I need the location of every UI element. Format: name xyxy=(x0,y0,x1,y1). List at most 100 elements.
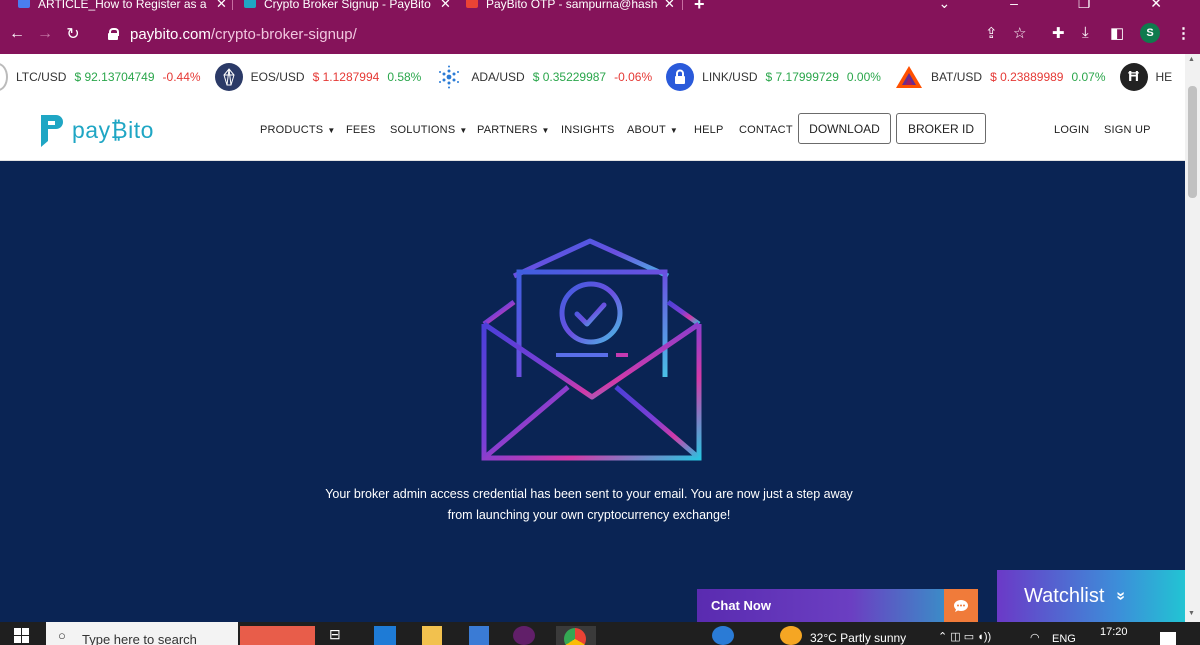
ticker-item-ltc[interactable]: LTC/USD $ 92.13704749 -0.44% xyxy=(0,62,201,91)
tab-separator xyxy=(232,0,233,10)
nav-insights[interactable]: INSIGHTS xyxy=(561,124,615,136)
ticker-pair: LTC/USD xyxy=(16,69,67,84)
gmail-favicon-icon xyxy=(466,0,478,8)
download-icon[interactable]: ⤓ xyxy=(1082,24,1089,41)
bookmark-star-icon[interactable]: ☆ xyxy=(1013,24,1026,42)
share-icon[interactable]: ⇪ xyxy=(985,24,998,42)
news-widget-icon[interactable] xyxy=(240,626,315,645)
notifications-icon[interactable] xyxy=(1160,632,1176,645)
profile-avatar[interactable]: S xyxy=(1140,23,1160,43)
ltc-icon xyxy=(0,62,8,91)
window-controls[interactable]: ⌄ – ❐ ✕ xyxy=(939,0,1190,12)
tab-close-icon[interactable]: ✕ xyxy=(216,0,227,12)
url-text[interactable]: paybito.com/crypto-broker-signup/ xyxy=(130,26,357,43)
address-bar[interactable]: paybito.com/crypto-broker-signup/ xyxy=(108,17,1038,51)
nav-contact[interactable]: CONTACT xyxy=(739,124,793,136)
search-placeholder: Type here to search xyxy=(82,632,197,645)
nav-solutions[interactable]: SOLUTIONS ▼ xyxy=(390,124,468,136)
nav-label: ABOUT xyxy=(627,124,666,136)
lock-icon[interactable] xyxy=(108,28,119,40)
message-line-2: from launching your own cryptocurrency e… xyxy=(447,508,731,522)
help-app-icon[interactable] xyxy=(712,626,734,645)
nav-label: HELP xyxy=(694,124,724,136)
system-tray-icons[interactable]: ⌃ ◫ ▭ ◖)) xyxy=(938,630,991,645)
caret-down-icon: ▼ xyxy=(459,126,468,135)
chevron-double-down-icon[interactable]: » xyxy=(1112,592,1130,601)
browser-tab-article[interactable]: ARTICLE_How to Register as a br ✕ xyxy=(18,0,228,14)
eos-icon xyxy=(214,62,243,91)
browser-toolbar: ← → ↻ paybito.com/crypto-broker-signup/ … xyxy=(0,14,1200,54)
slack-app-icon[interactable] xyxy=(513,626,535,645)
confirmation-message: Your broker admin access credential has … xyxy=(300,484,878,526)
nav-label: SOLUTIONS xyxy=(390,124,456,136)
page-scrollbar[interactable]: ▲ ▼ xyxy=(1185,54,1200,622)
nav-label: FEES xyxy=(346,124,376,136)
ticker-change: -0.06% xyxy=(614,69,653,84)
nav-about[interactable]: ABOUT ▼ xyxy=(627,124,678,136)
logo-wordmark: pay₿ito xyxy=(72,116,154,143)
nav-help[interactable]: HELP xyxy=(694,124,724,136)
reload-icon[interactable]: ↻ xyxy=(62,24,84,44)
price-ticker: LTC/USD $ 92.13704749 -0.44% EOS/USD $ 1… xyxy=(0,54,1185,99)
nav-label: CONTACT xyxy=(739,124,793,136)
paybito-favicon-icon xyxy=(244,0,256,8)
email-sent-envelope-icon xyxy=(481,238,702,461)
ticker-price: $ 92.13704749 xyxy=(74,69,155,84)
tab-title: ARTICLE_How to Register as a br xyxy=(38,0,210,11)
ticker-item-ada[interactable]: ADA/USD $ 0.35229987 -0.06% xyxy=(435,62,653,91)
ticker-pair: LINK/USD xyxy=(702,69,758,84)
mail-app-icon[interactable] xyxy=(374,626,396,645)
nav-products[interactable]: PRODUCTS ▼ xyxy=(260,124,335,136)
extensions-puzzle-icon[interactable]: ✚ xyxy=(1052,24,1065,42)
chrome-app-icon[interactable] xyxy=(556,626,596,645)
store-app-icon[interactable] xyxy=(469,626,489,645)
browser-menu-icon[interactable]: ⋮ xyxy=(1176,24,1191,42)
tab-title: PayBito OTP - sampurna@hashcas xyxy=(486,0,658,11)
download-button[interactable]: DOWNLOAD xyxy=(798,113,891,144)
login-link[interactable]: LOGIN xyxy=(1054,124,1089,136)
nav-partners[interactable]: PARTNERS ▼ xyxy=(477,124,550,136)
new-tab-button[interactable]: + xyxy=(694,0,705,14)
signup-link[interactable]: SIGN UP xyxy=(1104,124,1151,136)
ticker-item-hbar[interactable]: Ħ HE xyxy=(1119,62,1172,91)
browser-tab-strip: ARTICLE_How to Register as a br ✕ Crypto… xyxy=(0,0,1200,14)
search-icon: ○ xyxy=(58,628,66,643)
watchlist-widget[interactable]: Watchlist » xyxy=(997,570,1185,622)
back-arrow-icon[interactable]: ← xyxy=(6,25,28,43)
windows-start-icon[interactable] xyxy=(14,628,30,644)
paybito-logo[interactable]: pay₿ito xyxy=(38,111,154,149)
chat-now-widget[interactable]: Chat Now xyxy=(697,589,978,622)
side-panel-icon[interactable]: ◧ xyxy=(1110,24,1124,42)
tab-close-icon[interactable]: ✕ xyxy=(440,0,451,12)
file-explorer-icon[interactable] xyxy=(422,626,442,645)
scroll-thumb[interactable] xyxy=(1188,86,1197,198)
docs-favicon-icon xyxy=(18,0,30,8)
nav-fees[interactable]: FEES xyxy=(346,124,376,136)
bat-icon xyxy=(894,62,923,91)
taskbar-search-box[interactable]: ○ Type here to search xyxy=(46,622,238,645)
site-header: pay₿ito PRODUCTS ▼ FEES SOLUTIONS ▼ PARTNE… xyxy=(0,99,1185,161)
clock-time[interactable]: 17:20 xyxy=(1100,626,1128,638)
ticker-price: $ 7.17999729 xyxy=(765,69,839,84)
scroll-up-arrow-icon[interactable]: ▲ xyxy=(1188,56,1195,63)
weather-text[interactable]: 32°C Partly sunny xyxy=(810,631,906,645)
broker-id-button[interactable]: BROKER ID xyxy=(896,113,986,144)
wifi-icon[interactable]: ◠ xyxy=(1030,631,1040,645)
browser-tab-paybito-signup[interactable]: Crypto Broker Signup - PayBito ✕ xyxy=(244,0,456,14)
tab-separator xyxy=(682,0,683,10)
task-view-icon[interactable]: ⊟ xyxy=(329,626,341,645)
ticker-item-bat[interactable]: BAT/USD $ 0.23889989 0.07% xyxy=(894,62,1106,91)
forward-arrow-icon[interactable]: → xyxy=(34,25,56,43)
paybito-logo-icon xyxy=(38,111,64,149)
tab-close-icon[interactable]: ✕ xyxy=(664,0,675,12)
ticker-price: $ 1.1287994 xyxy=(312,69,380,84)
language-indicator[interactable]: ENG xyxy=(1052,633,1076,645)
ticker-item-link[interactable]: LINK/USD $ 7.17999729 0.00% xyxy=(666,62,881,91)
url-host: paybito.com xyxy=(130,25,211,43)
chat-bubble-icon[interactable] xyxy=(944,589,978,622)
ticker-item-eos[interactable]: EOS/USD $ 1.1287994 0.58% xyxy=(214,62,421,91)
message-line-1: Your broker admin access credential has … xyxy=(325,487,853,501)
scroll-down-arrow-icon[interactable]: ▼ xyxy=(1188,610,1195,617)
tab-title: Crypto Broker Signup - PayBito xyxy=(264,0,431,11)
browser-tab-gmail[interactable]: PayBito OTP - sampurna@hashcas ✕ xyxy=(466,0,676,14)
